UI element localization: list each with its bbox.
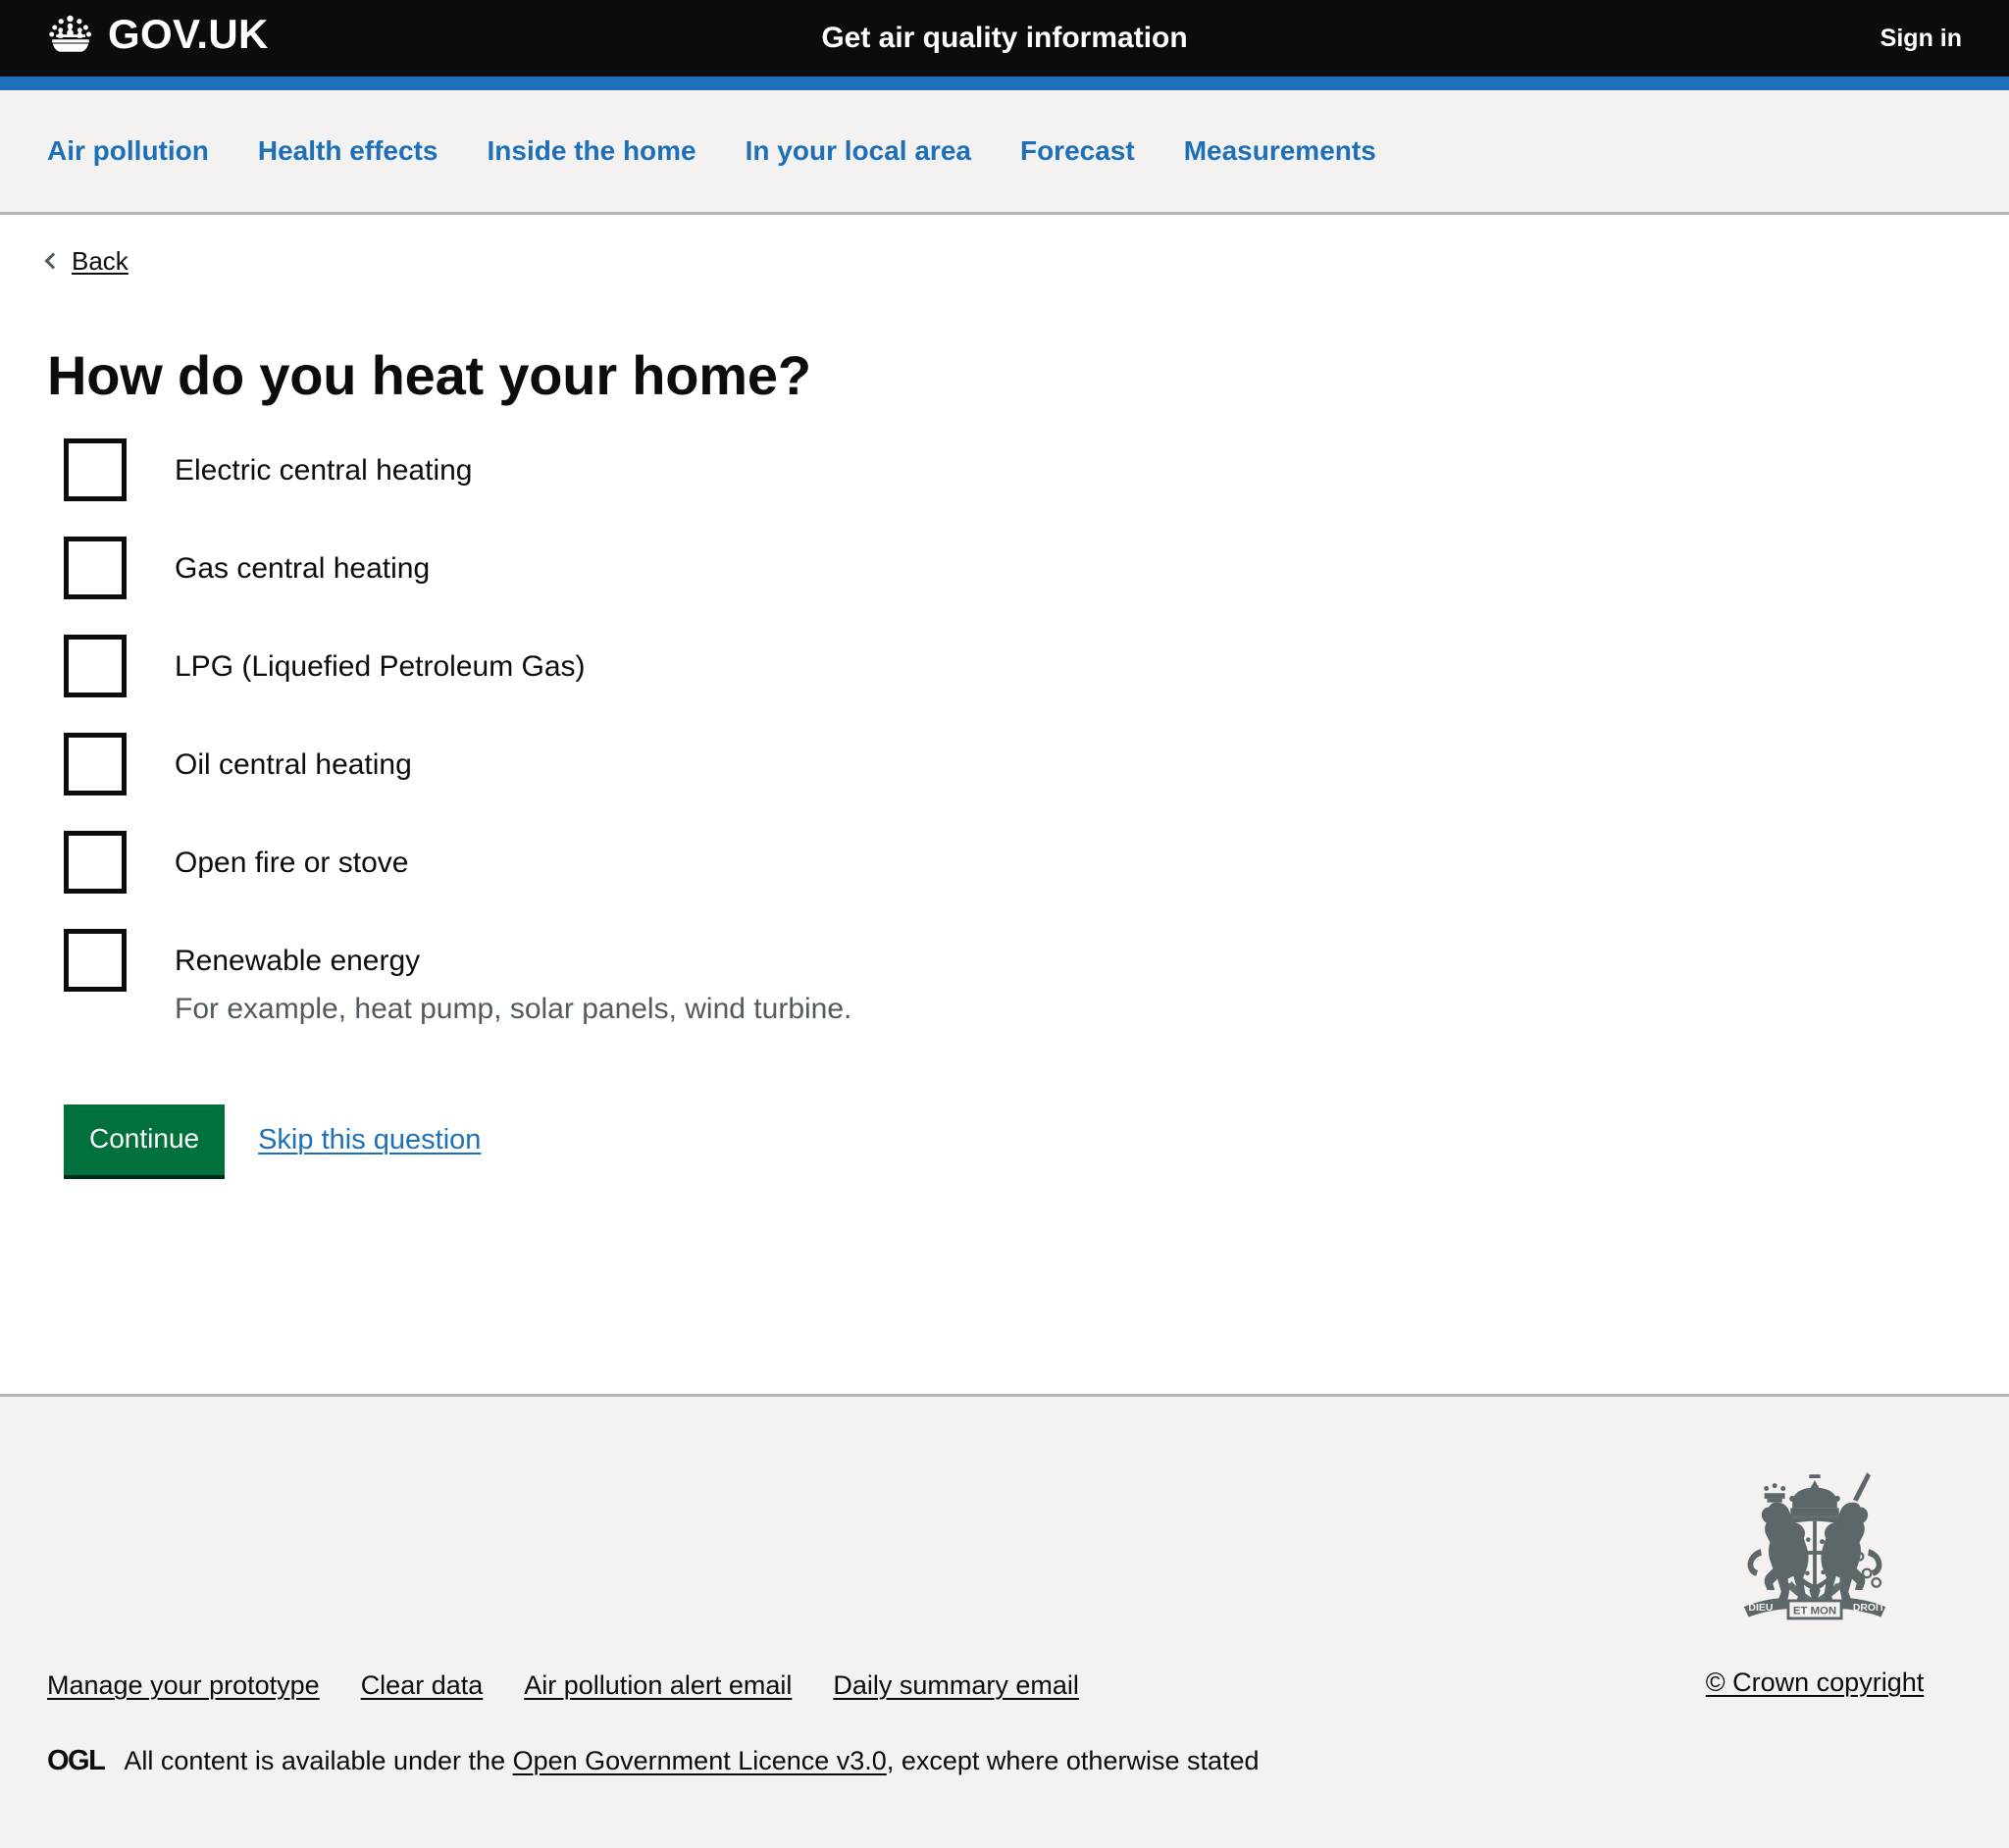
checkbox-item-renewable-energy[interactable]: Renewable energy For example, heat pump,… bbox=[47, 927, 1962, 1028]
crown-copyright-block: ET MON DIEU DROIT © Crown copyright bbox=[1668, 1460, 1962, 1698]
site-footer: Manage your prototype Clear data Air pol… bbox=[0, 1394, 2009, 1848]
checkbox-input[interactable] bbox=[64, 537, 127, 600]
svg-text:DIEU: DIEU bbox=[1748, 1603, 1773, 1614]
nav-link-in-your-local-area[interactable]: In your local area bbox=[746, 135, 971, 166]
checkbox-label: Renewable energy bbox=[175, 945, 421, 978]
footer-link-clear-data[interactable]: Clear data bbox=[361, 1670, 484, 1700]
royal-coat-of-arms-icon: ET MON DIEU DROIT bbox=[1668, 1460, 1962, 1646]
header-accent-bar bbox=[0, 77, 2009, 90]
nav-link-air-pollution[interactable]: Air pollution bbox=[47, 135, 209, 166]
nav-link-measurements[interactable]: Measurements bbox=[1184, 135, 1376, 166]
checkbox-item-oil-central-heating[interactable]: Oil central heating bbox=[47, 731, 1962, 815]
crown-icon bbox=[47, 15, 94, 54]
chevron-left-icon bbox=[44, 252, 62, 269]
checkbox-label: Electric central heating bbox=[175, 454, 473, 488]
crown-copyright-link[interactable]: © Crown copyright bbox=[1706, 1668, 1924, 1698]
main-content: Back How do you heat your home? Electric… bbox=[0, 215, 2009, 1394]
checkbox-item-gas-central-heating[interactable]: Gas central heating bbox=[47, 535, 1962, 619]
back-link[interactable]: Back bbox=[44, 246, 129, 276]
footer-links: Manage your prototype Clear data Air pol… bbox=[47, 1670, 1079, 1701]
nav-item-air-pollution[interactable]: Air pollution bbox=[47, 134, 209, 168]
nav-item-health-effects[interactable]: Health effects bbox=[258, 134, 438, 168]
checkbox-input[interactable] bbox=[64, 733, 127, 796]
service-name: Get air quality information bbox=[821, 22, 1188, 54]
nav-list: Air pollution Health effects Inside the … bbox=[47, 134, 1376, 168]
continue-button[interactable]: Continue bbox=[64, 1104, 226, 1176]
footer-link-item[interactable]: Manage your prototype bbox=[47, 1670, 320, 1701]
footer-link-item[interactable]: Air pollution alert email bbox=[524, 1670, 792, 1701]
checkbox-label: Open fire or stove bbox=[175, 847, 409, 880]
nav-link-inside-the-home[interactable]: Inside the home bbox=[487, 135, 695, 166]
form-actions: Continue Skip this question bbox=[47, 1104, 1962, 1269]
open-government-licence-link[interactable]: Open Government Licence v3.0 bbox=[513, 1746, 887, 1775]
back-link-row: Back bbox=[44, 215, 1962, 276]
licence-row: OGL All content is available under the O… bbox=[47, 1744, 1260, 1778]
licence-suffix: , except where otherwise stated bbox=[886, 1746, 1260, 1775]
checkbox-input[interactable] bbox=[64, 929, 127, 993]
nav-item-in-your-local-area[interactable]: In your local area bbox=[746, 134, 971, 168]
footer-link-daily-summary-email[interactable]: Daily summary email bbox=[833, 1670, 1079, 1700]
govuk-logo-link[interactable]: GOV.UK bbox=[47, 14, 269, 55]
checkbox-label: LPG (Liquefied Petroleum Gas) bbox=[175, 650, 586, 684]
svg-text:ET MON: ET MON bbox=[1793, 1606, 1836, 1617]
checkbox-input[interactable] bbox=[64, 831, 127, 895]
nav-item-forecast[interactable]: Forecast bbox=[1020, 134, 1135, 168]
nav-item-measurements[interactable]: Measurements bbox=[1184, 134, 1376, 168]
footer-link-item[interactable]: Clear data bbox=[361, 1670, 484, 1701]
checkbox-label: Oil central heating bbox=[175, 748, 412, 782]
checkbox-group: Electric central heating Gas central hea… bbox=[47, 436, 1962, 1028]
checkbox-input[interactable] bbox=[64, 635, 127, 698]
footer-link-item[interactable]: Daily summary email bbox=[833, 1670, 1079, 1701]
back-link-label: Back bbox=[72, 246, 129, 276]
checkbox-item-open-fire-or-stove[interactable]: Open fire or stove bbox=[47, 829, 1962, 913]
govuk-logo-text: GOV.UK bbox=[108, 11, 269, 57]
checkbox-item-electric-central-heating[interactable]: Electric central heating bbox=[47, 436, 1962, 521]
skip-question-link[interactable]: Skip this question bbox=[258, 1124, 481, 1156]
footer-link-air-pollution-alert-email[interactable]: Air pollution alert email bbox=[524, 1670, 792, 1700]
licence-prefix: All content is available under the bbox=[124, 1746, 513, 1775]
licence-text: All content is available under the Open … bbox=[124, 1744, 1259, 1778]
checkbox-item-lpg[interactable]: LPG (Liquefied Petroleum Gas) bbox=[47, 633, 1962, 717]
site-header: GOV.UK Get air quality information Sign … bbox=[0, 0, 2009, 77]
footer-link-manage-your-prototype[interactable]: Manage your prototype bbox=[47, 1670, 320, 1700]
svg-text:DROIT: DROIT bbox=[1853, 1603, 1885, 1614]
checkbox-input[interactable] bbox=[64, 438, 127, 502]
ogl-logo-icon: OGL bbox=[47, 1745, 106, 1777]
checkbox-hint: For example, heat pump, solar panels, wi… bbox=[175, 993, 852, 1026]
nav-item-inside-the-home[interactable]: Inside the home bbox=[487, 134, 695, 168]
checkbox-label: Gas central heating bbox=[175, 552, 431, 586]
nav-link-forecast[interactable]: Forecast bbox=[1020, 135, 1135, 166]
nav-link-health-effects[interactable]: Health effects bbox=[258, 135, 438, 166]
primary-navigation: Air pollution Health effects Inside the … bbox=[0, 90, 2009, 215]
sign-in-link[interactable]: Sign in bbox=[1880, 0, 1962, 77]
page-title: How do you heat your home? bbox=[47, 344, 811, 406]
